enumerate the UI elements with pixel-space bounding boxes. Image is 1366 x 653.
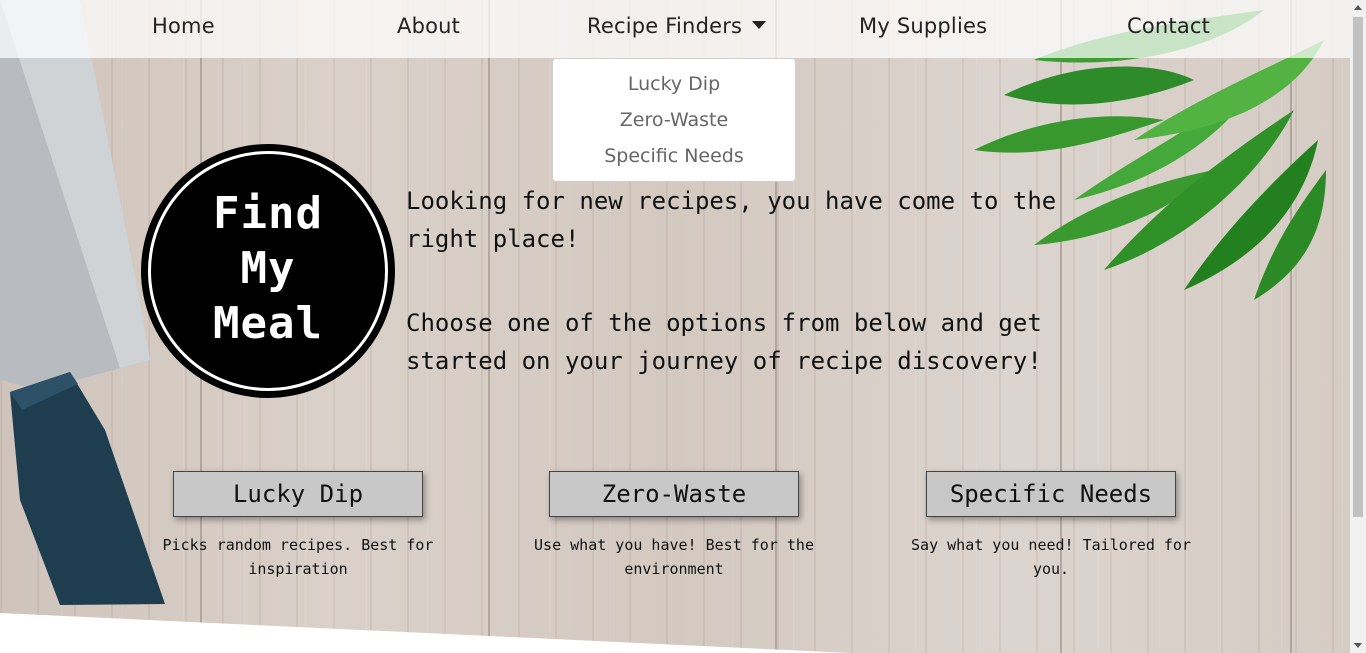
nav-contact[interactable]: Contact (1127, 14, 1210, 38)
logo-line-3: Meal (213, 298, 323, 349)
dropdown-item-lucky-dip[interactable]: Lucky Dip (553, 73, 795, 95)
specific-needs-button[interactable]: Specific Needs (926, 471, 1176, 517)
specific-needs-description: Say what you need! Tailored for you. (911, 536, 1191, 578)
find-my-meal-logo: Find My Meal (141, 144, 395, 398)
nav-home[interactable]: Home (152, 14, 215, 38)
intro-paragraph-2: Choose one of the options from below and… (406, 309, 1042, 375)
navbar: Home About Recipe Finders My Supplies Co… (0, 0, 1350, 58)
zero-waste-description: Use what you have! Best for the environm… (534, 536, 814, 578)
nav-recipe-finders-label: Recipe Finders (587, 14, 743, 38)
caret-down-icon (752, 21, 767, 29)
lucky-dip-description: Picks random recipes. Best for inspirati… (162, 536, 434, 578)
dropdown-item-specific-needs[interactable]: Specific Needs (553, 145, 795, 167)
zero-waste-button[interactable]: Zero-Waste (549, 471, 799, 517)
recipe-finders-dropdown: Lucky Dip Zero-Waste Specific Needs (552, 58, 796, 182)
nav-recipe-finders[interactable]: Recipe Finders (587, 14, 767, 38)
bottom-white-section (0, 613, 850, 653)
scroll-thumb[interactable] (1353, 17, 1363, 517)
nav-about[interactable]: About (397, 14, 460, 38)
logo-line-1: Find (213, 188, 323, 239)
logo-line-2: My (240, 243, 296, 294)
nav-my-supplies[interactable]: My Supplies (859, 14, 987, 38)
scroll-down-arrow-icon[interactable] (1354, 643, 1362, 648)
intro-paragraph-1: Looking for new recipes, you have come t… (406, 187, 1057, 253)
vertical-scrollbar[interactable] (1350, 0, 1366, 653)
dropdown-item-zero-waste[interactable]: Zero-Waste (553, 109, 795, 131)
lucky-dip-button[interactable]: Lucky Dip (173, 471, 423, 517)
scroll-up-arrow-icon[interactable] (1354, 5, 1362, 10)
logo-text: Find My Meal (141, 186, 395, 351)
